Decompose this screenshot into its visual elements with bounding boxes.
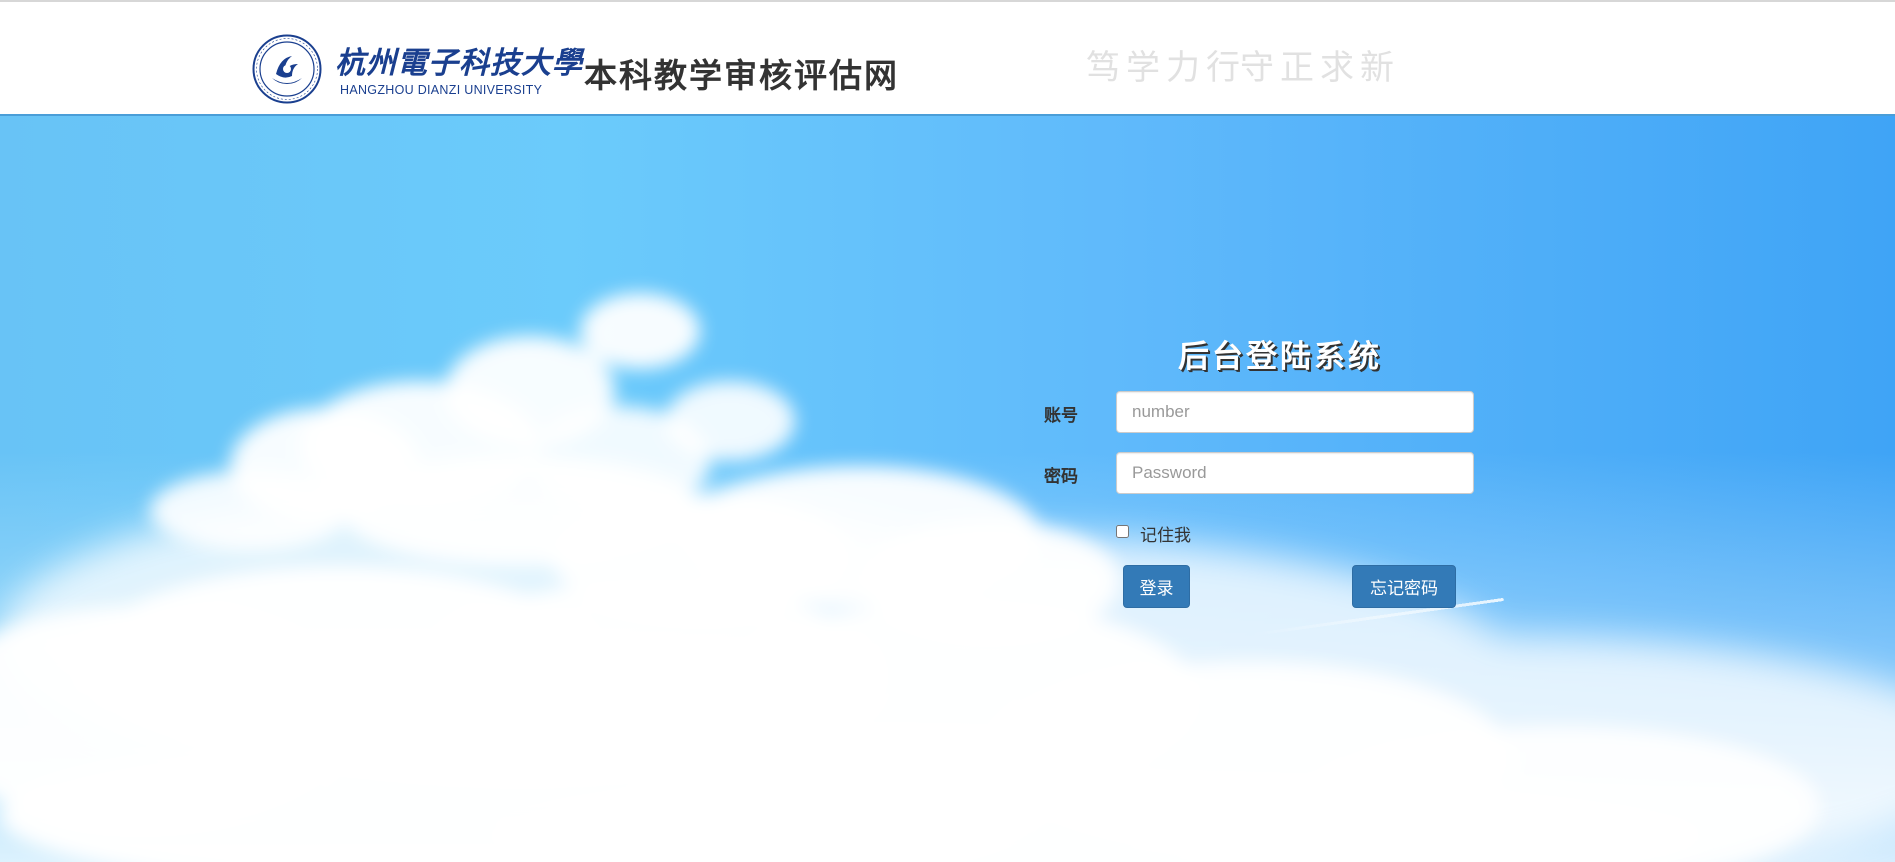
site-title: 本科教学审核评估网: [584, 56, 899, 95]
login-page: 杭州電子科技大學 HANGZHOU DIANZI UNIVERSITY 本科教学…: [0, 0, 1895, 862]
motto-right: 守正求新: [1240, 48, 1400, 88]
site-header: 杭州電子科技大學 HANGZHOU DIANZI UNIVERSITY 本科教学…: [0, 0, 1895, 116]
university-seal-icon: [252, 34, 322, 104]
sky-background: [0, 116, 1895, 862]
motto-left: 笃学力行: [1086, 48, 1246, 88]
account-input[interactable]: [1116, 391, 1474, 433]
login-title: 后台登陆系统: [1178, 339, 1382, 375]
login-button[interactable]: 登录: [1123, 565, 1190, 608]
password-label: 密码: [1044, 467, 1078, 487]
password-input[interactable]: [1116, 452, 1474, 494]
remember-me-label[interactable]: 记住我: [1140, 521, 1191, 546]
remember-me-checkbox[interactable]: [1116, 525, 1129, 538]
university-name-cn: 杭州電子科技大學: [335, 46, 583, 81]
clouds-illustration: [0, 293, 1895, 862]
university-name-en: HANGZHOU DIANZI UNIVERSITY: [340, 83, 543, 97]
account-label: 账号: [1044, 406, 1078, 426]
forgot-password-button[interactable]: 忘记密码: [1352, 565, 1456, 608]
